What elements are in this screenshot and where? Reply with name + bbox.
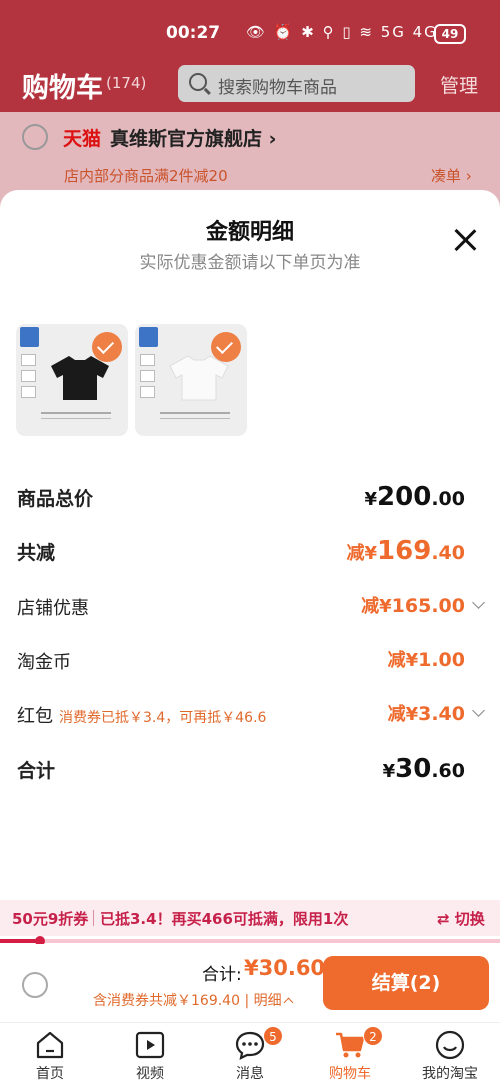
row-taojinbi: 淘金币 减¥1.00 <box>17 648 483 678</box>
cart-badge: 2 <box>363 1026 383 1046</box>
checkout-bar: 合计: ¥30.60 含消费券共减￥169.40 | 明细 结算(2) <box>0 944 500 1022</box>
product-thumbnail[interactable] <box>16 324 128 436</box>
tab-cart[interactable]: 2 购物车 <box>300 1023 400 1086</box>
sheet-title: 金额明细 <box>205 220 294 245</box>
total-value: ¥30.60 <box>244 956 326 980</box>
search-input[interactable]: 搜索购物车商品 <box>178 65 415 102</box>
spec-icon <box>21 386 36 398</box>
message-icon <box>235 1031 265 1060</box>
select-all-checkbox[interactable] <box>22 972 48 998</box>
divider <box>93 910 94 926</box>
shop-name-link[interactable]: 真维斯官方旗舰店 › <box>110 124 276 151</box>
detail-link[interactable]: 明细 <box>254 993 282 1009</box>
row-shop-discount[interactable]: 店铺优惠 减¥165.00 <box>17 594 485 624</box>
chevron-down-icon <box>472 704 485 717</box>
battery-icon: 49 <box>434 24 466 44</box>
total-label: 合计: <box>202 965 242 985</box>
row-label: 商品总价 <box>17 488 94 510</box>
spec-icon <box>140 354 155 366</box>
checkout-button[interactable]: 结算(2) <box>323 956 489 1010</box>
amount-detail-sheet: 金额明细 实际优惠金额请以下单页为准 商品总价 ¥200.00 共减 减¥169… <box>0 190 500 900</box>
coupon-tag: 50元9折券 <box>12 910 89 928</box>
coupon-note: 消费券已抵￥3.4，可再抵￥46.6 <box>59 710 267 726</box>
home-icon <box>36 1031 64 1059</box>
spec-icon <box>140 370 155 382</box>
brand-badge-icon <box>20 327 39 347</box>
tab-my-taobao[interactable]: 我的淘宝 <box>400 1023 500 1086</box>
selected-check-icon[interactable] <box>92 332 122 362</box>
selected-check-icon[interactable] <box>211 332 241 362</box>
row-amount: ¥200.00 <box>364 482 465 512</box>
search-icon <box>189 73 207 91</box>
row-amount: 减¥1.00 <box>387 649 465 671</box>
row-sum: 合计 ¥30.60 <box>17 754 483 786</box>
row-red-packet[interactable]: 红包 消费券已抵￥3.4，可再抵￥46.6 减¥3.40 <box>17 702 485 732</box>
row-label: 共减 <box>17 542 56 564</box>
bottom-tab-bar: 首页 视频 5 消息 2 购物车 我的淘宝 <box>0 1022 500 1085</box>
page-title: 购物车 <box>22 73 103 104</box>
profile-smile-icon <box>435 1030 465 1060</box>
search-placeholder: 搜索购物车商品 <box>218 78 337 98</box>
cart-icon <box>336 1032 365 1058</box>
chevron-up-icon <box>283 997 294 1008</box>
caption-line <box>41 412 111 414</box>
coupon-progress-bar <box>0 936 500 946</box>
row-label: 淘金币 <box>17 652 71 673</box>
row-total-discount: 共减 减¥169.40 <box>17 536 483 568</box>
shop-promo-text: 店内部分商品满2件减20 <box>64 167 228 185</box>
message-badge: 5 <box>263 1026 283 1046</box>
spec-icon <box>21 370 36 382</box>
close-icon[interactable] <box>453 228 477 252</box>
row-total-price: 商品总价 ¥200.00 <box>17 482 483 514</box>
row-amount: ¥30.60 <box>382 754 465 784</box>
spec-icon <box>140 386 155 398</box>
tab-home[interactable]: 首页 <box>0 1023 100 1086</box>
caption-line <box>160 412 230 414</box>
shop-select-checkbox[interactable] <box>22 124 48 150</box>
tmall-logo: 天猫 <box>63 128 102 150</box>
switch-button[interactable]: ⇄ 切换 <box>437 908 485 929</box>
tab-messages[interactable]: 5 消息 <box>200 1023 300 1086</box>
product-thumbnail[interactable] <box>135 324 247 436</box>
spec-icon <box>21 354 36 366</box>
status-time: 00:27 <box>166 23 221 43</box>
row-label: 合计 <box>17 760 56 782</box>
coudan-link[interactable]: 凑单 › <box>431 165 472 186</box>
coupon-banner[interactable]: 50元9折券 已抵3.4！再买466可抵满，限用1次 ⇄ 切换 <box>0 900 500 936</box>
video-icon <box>135 1031 165 1059</box>
discount-summary[interactable]: 含消费券共减￥169.40 | 明细 <box>93 990 294 1010</box>
cart-count: (174) <box>106 74 147 92</box>
coupon-text: 已抵3.4！再买466可抵满，限用1次 <box>100 910 349 928</box>
row-amount: 减¥3.40 <box>387 703 465 725</box>
brand-badge-icon <box>139 327 158 347</box>
sheet-subtitle: 实际优惠金额请以下单页为准 <box>139 253 361 273</box>
row-amount: 减¥165.00 <box>361 595 465 617</box>
status-bar: 00:27 👁 ⏰ ✱ ⚲ ▯ ≋ 5G 4G 49 <box>0 20 500 48</box>
row-label: 店铺优惠 <box>17 598 89 619</box>
chevron-down-icon <box>472 596 485 609</box>
status-icons: 👁 ⏰ ✱ ⚲ ▯ ≋ 5G 4G <box>246 23 438 41</box>
row-label: 红包 消费券已抵￥3.4，可再抵￥46.6 <box>17 706 267 727</box>
caption-line <box>41 418 111 419</box>
row-amount: 减¥169.40 <box>346 536 465 566</box>
tab-video[interactable]: 视频 <box>100 1023 200 1086</box>
caption-line <box>160 418 230 419</box>
manage-button[interactable]: 管理 <box>440 71 478 98</box>
progress-fill <box>0 939 40 943</box>
